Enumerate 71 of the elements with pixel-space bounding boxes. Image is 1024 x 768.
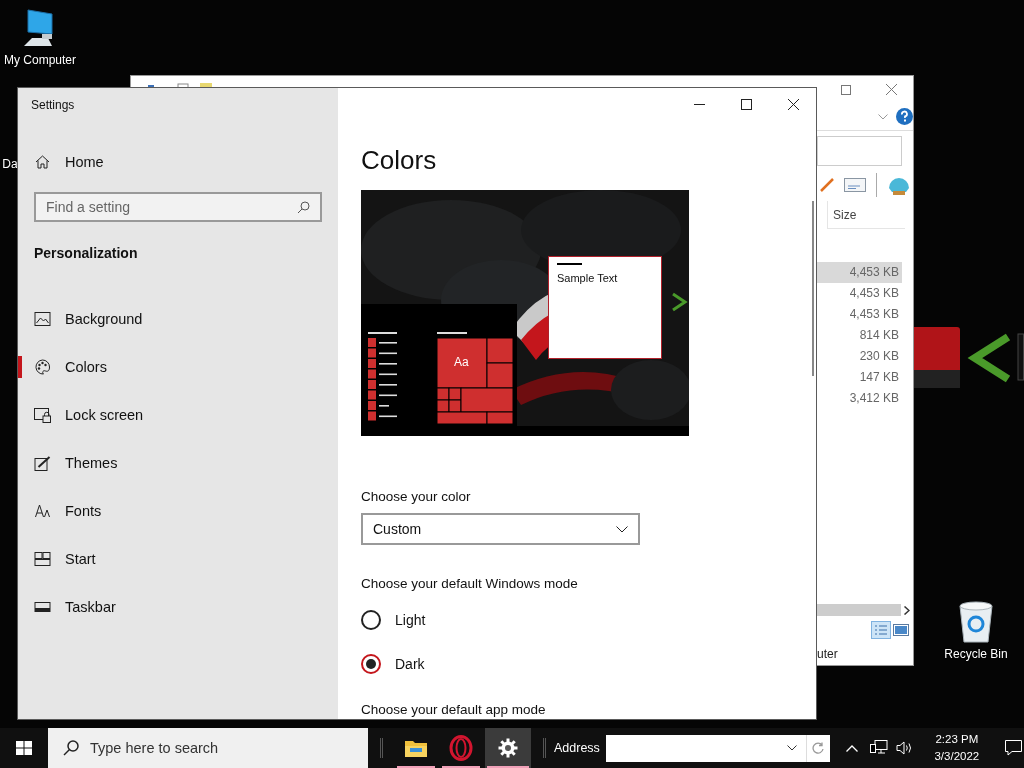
- refresh-icon: [812, 742, 825, 754]
- chevron-down-icon: [616, 525, 628, 533]
- field-label: Choose your color: [361, 489, 471, 504]
- chevron-up-icon[interactable]: [845, 744, 858, 752]
- address-field[interactable]: [605, 734, 806, 762]
- tiles-icon: [34, 552, 51, 566]
- group-label: Choose your default Windows mode: [361, 576, 578, 591]
- status-text: uter: [817, 646, 839, 663]
- chevron-down-icon: [786, 745, 797, 751]
- sidebar-item[interactable]: Themes: [18, 439, 322, 487]
- sidebar-item[interactable]: Background: [18, 295, 322, 343]
- radio-button[interactable]: [361, 654, 381, 674]
- brush-icon: [34, 455, 51, 471]
- sidebar-item[interactable]: Taskbar: [18, 583, 322, 631]
- desktop-icon-label[interactable]: Recycle Bin: [944, 647, 1008, 661]
- file-size-cell[interactable]: 4,453 KB: [817, 262, 902, 283]
- search-field[interactable]: Type here to search: [48, 728, 368, 768]
- file-size-cell[interactable]: 147 KB: [817, 367, 902, 388]
- search-field[interactable]: Find a setting: [34, 192, 322, 222]
- sidebar-item[interactable]: Fonts: [18, 487, 322, 535]
- home-icon: [35, 155, 50, 169]
- sidebar-item[interactable]: Colors: [18, 343, 322, 391]
- maximize-icon[interactable]: [741, 99, 752, 110]
- radio-button[interactable]: [361, 610, 381, 630]
- page-heading: Colors: [361, 145, 437, 177]
- recycle-bin-icon: [957, 600, 995, 644]
- group-label: Choose your default app mode: [361, 702, 546, 717]
- file-size-cell[interactable]: 4,453 KB: [817, 304, 902, 325]
- desktop-icon-label[interactable]: Da: [2, 157, 18, 171]
- sample-text: Sample Text: [557, 272, 619, 284]
- search-icon: [297, 200, 310, 214]
- gear-icon: [498, 738, 518, 758]
- address-label: Address: [554, 741, 600, 755]
- sidebar-item[interactable]: Lock screen: [18, 391, 322, 439]
- screen-icon: [34, 407, 51, 423]
- close-icon[interactable]: [788, 99, 799, 110]
- scrollbar-thumb[interactable]: [817, 604, 901, 616]
- ring-icon: [449, 735, 473, 761]
- taskbar-app-button[interactable]: [485, 728, 531, 768]
- sidebar-item[interactable]: Start: [18, 535, 322, 583]
- font-icon: [34, 504, 51, 518]
- help-icon[interactable]: [896, 108, 913, 125]
- file-size-cell[interactable]: 814 KB: [817, 325, 902, 346]
- search-field[interactable]: [817, 136, 902, 166]
- desktop-icon-label[interactable]: My Computer: [4, 53, 76, 67]
- file-size-cell[interactable]: 3,412 KB: [817, 388, 902, 409]
- scroll-right-icon[interactable]: [904, 605, 910, 615]
- taskbar-icon: [34, 602, 51, 612]
- tile-label: Aa: [454, 355, 469, 369]
- home-link[interactable]: Home: [35, 142, 322, 182]
- image-icon: [34, 312, 51, 326]
- search-icon: [63, 740, 79, 756]
- notification-icon[interactable]: [1004, 740, 1022, 756]
- envelope-icon[interactable]: [844, 178, 866, 192]
- palette-icon: [34, 359, 51, 375]
- refresh-button[interactable]: [805, 734, 830, 762]
- pencil-icon[interactable]: [820, 178, 834, 192]
- clock[interactable]: 2:23 PM 3/3/2022: [929, 731, 984, 765]
- color-dropdown[interactable]: Custom: [361, 513, 640, 545]
- radio-label: Dark: [395, 656, 425, 672]
- radio-label: Light: [395, 612, 426, 628]
- chevron-down-icon[interactable]: [878, 113, 888, 120]
- section-heading: Personalization: [34, 245, 139, 263]
- network-icon[interactable]: [869, 740, 888, 756]
- speaker-icon[interactable]: [895, 741, 914, 755]
- column-header[interactable]: Size: [827, 201, 905, 229]
- file-size-cell[interactable]: 4,453 KB: [817, 283, 902, 304]
- image-view-icon[interactable]: [893, 624, 909, 636]
- window-title: Settings: [31, 98, 76, 114]
- folder-icon: [404, 738, 428, 758]
- file-size-cell[interactable]: 230 KB: [817, 346, 902, 367]
